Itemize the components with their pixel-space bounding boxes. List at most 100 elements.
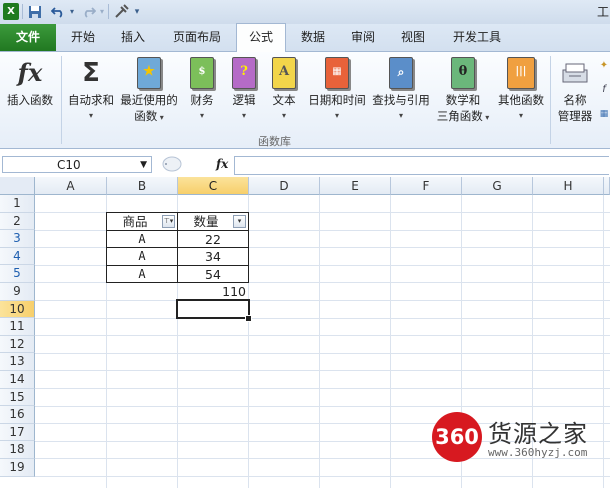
fill-handle[interactable] — [245, 315, 252, 322]
row-header-11[interactable]: 11 — [0, 318, 35, 336]
name-box[interactable]: C10 ▼ — [2, 156, 152, 173]
column-header-g[interactable]: G — [462, 177, 533, 195]
recently-used-button[interactable]: ★ 最近使用的 函数 ▾ — [118, 56, 180, 126]
active-cell-c10[interactable] — [176, 299, 250, 319]
math-trig-button[interactable]: θ 数学和 三角函数 ▾ — [432, 56, 494, 126]
column-header-b[interactable]: B — [107, 177, 178, 195]
recently-used-label-1: 最近使用的 — [120, 93, 178, 107]
row-header-13[interactable]: 13 — [0, 353, 35, 371]
gridline — [35, 476, 610, 477]
redo-dropdown-icon[interactable]: ▾ — [98, 3, 106, 20]
row-header-17[interactable]: 17 — [0, 423, 35, 442]
chevron-down-icon[interactable]: ▼ — [140, 157, 147, 174]
chevron-down-icon: ▾ — [334, 111, 339, 120]
formula-input[interactable] — [234, 156, 609, 175]
logical-button[interactable]: ? 逻辑 ▾ — [224, 56, 264, 124]
date-time-button[interactable]: ▦ 日期和时间 ▾ — [304, 56, 370, 124]
tab-developer[interactable]: 开发工具 — [444, 24, 510, 51]
date-time-label: 日期和时间 — [308, 93, 366, 107]
chevron-down-icon: ▾ — [199, 111, 204, 120]
filter-active-icon[interactable]: ⊤▾ — [162, 215, 175, 228]
table-cell-b5[interactable]: A — [107, 266, 177, 283]
row-header-2[interactable]: 2 — [0, 212, 35, 231]
insert-function-button[interactable]: fx 插入函数 — [2, 56, 58, 108]
row-header-1[interactable]: 1 — [0, 195, 35, 213]
tab-home[interactable]: 开始 — [60, 24, 106, 51]
name-manager-button[interactable]: 名称 管理器 — [553, 56, 597, 124]
chevron-down-icon: ▾ — [88, 111, 93, 120]
gridline — [35, 352, 610, 354]
column-header-f[interactable]: F — [391, 177, 462, 195]
autosum-button[interactable]: Σ 自动求和 ▾ — [64, 56, 118, 124]
column-header-c[interactable]: C — [178, 177, 249, 195]
tab-insert[interactable]: 插入 — [110, 24, 156, 51]
watermark-url: www.360hyzj.com — [488, 446, 588, 459]
tools-icon[interactable] — [112, 3, 130, 20]
table-cell-c4[interactable]: 34 — [178, 248, 248, 265]
column-header-e[interactable]: E — [320, 177, 391, 195]
table-cell-c5[interactable]: 54 — [178, 266, 248, 283]
ribbon-tab-bar: 文件 开始 插入 页面布局 公式 数据 审阅 视图 开发工具 — [0, 23, 610, 53]
row-header-12[interactable]: 12 — [0, 335, 35, 354]
gridline — [35, 388, 610, 389]
expand-handle-icon[interactable] — [160, 156, 182, 173]
row-header-19[interactable]: 19 — [0, 459, 35, 477]
window-title-fragment: 工 — [596, 5, 609, 19]
tab-file[interactable]: 文件 — [0, 24, 56, 51]
divider — [108, 4, 109, 19]
divider — [61, 56, 62, 144]
table-cell-c3[interactable]: 22 — [178, 231, 248, 248]
text-button[interactable]: A 文本 ▾ — [264, 56, 304, 124]
undo-dropdown-icon[interactable]: ▾ — [68, 3, 76, 20]
logical-label: 逻辑 — [232, 93, 256, 107]
save-icon[interactable] — [27, 3, 43, 20]
lookup-reference-button[interactable]: ⌕ 查找与引用 ▾ — [368, 56, 434, 124]
sum-cell-c9[interactable]: 110 — [178, 283, 246, 300]
insert-function-fx-icon[interactable]: fx — [216, 156, 228, 173]
select-all-corner[interactable] — [0, 177, 35, 195]
row-header-14[interactable]: 14 — [0, 371, 35, 389]
define-name-icon[interactable]: ✦ — [598, 58, 610, 74]
divider — [22, 4, 23, 19]
row-header-10[interactable]: 10 — [0, 300, 35, 319]
filter-dropdown-icon[interactable]: ▾ — [233, 215, 246, 228]
gridline — [35, 300, 610, 301]
text-book-icon: A — [269, 56, 299, 90]
tab-page-layout[interactable]: 页面布局 — [164, 24, 230, 51]
column-header-h[interactable]: H — [533, 177, 604, 195]
table-cell-b3[interactable]: A — [107, 231, 177, 248]
undo-icon[interactable] — [48, 3, 68, 20]
column-header-d[interactable]: D — [249, 177, 320, 195]
row-header-5[interactable]: 5 — [0, 265, 35, 283]
row-header-9[interactable]: 9 — [0, 283, 35, 301]
tab-formulas[interactable]: 公式 — [236, 23, 286, 53]
financial-button[interactable]: $ 财务 ▾ — [182, 56, 222, 124]
column-header-partial[interactable] — [604, 177, 610, 195]
lookup-reference-label: 查找与引用 — [372, 93, 430, 107]
column-header-a[interactable]: A — [35, 177, 107, 195]
name-manager-label-2: 管理器 — [557, 109, 593, 123]
gridline — [319, 195, 320, 488]
redo-icon[interactable] — [80, 3, 98, 20]
row-header-3[interactable]: 3 — [0, 230, 35, 248]
financial-book-icon: $ — [187, 56, 217, 90]
divider — [550, 56, 551, 144]
excel-icon[interactable]: X — [3, 3, 19, 20]
math-trig-label-1: 数学和 — [445, 93, 481, 107]
chevron-down-icon: ▾ — [241, 111, 246, 120]
row-header-15[interactable]: 15 — [0, 388, 35, 407]
row-header-4[interactable]: 4 — [0, 247, 35, 266]
tab-view[interactable]: 视图 — [390, 24, 436, 51]
tab-review[interactable]: 审阅 — [340, 24, 386, 51]
more-functions-button[interactable]: ||| 其他函数 ▾ — [494, 56, 548, 124]
tab-data[interactable]: 数据 — [290, 24, 336, 51]
customize-dropdown-icon[interactable]: ▾ — [132, 3, 142, 20]
text-label: 文本 — [272, 93, 296, 107]
ribbon-formulas: fx 插入函数 Σ 自动求和 ▾ ★ 最近使用的 函数 ▾ $ 财务 ▾ ? 逻… — [0, 52, 610, 149]
chevron-down-icon: ▾ — [482, 113, 490, 122]
row-header-18[interactable]: 18 — [0, 441, 35, 459]
table-cell-b4[interactable]: A — [107, 248, 177, 265]
row-header-16[interactable]: 16 — [0, 406, 35, 424]
create-from-selection-icon[interactable]: ▦ — [598, 106, 610, 122]
use-in-formula-icon[interactable]: f — [598, 82, 610, 98]
